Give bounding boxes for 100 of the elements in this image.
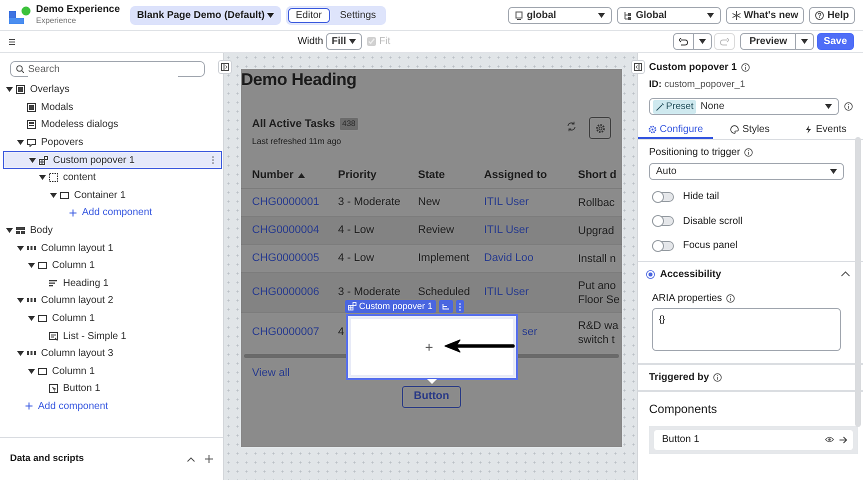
search-field[interactable]: Search — [10, 61, 205, 77]
hierarchy-button[interactable] — [438, 300, 453, 313]
tree-item[interactable]: Column layout 2 — [3, 292, 222, 310]
add-component-link[interactable]: Add component — [69, 205, 152, 220]
scrollbar[interactable] — [855, 137, 861, 427]
column-header[interactable]: Priority — [338, 166, 418, 184]
toggle-label: Focus panel — [683, 239, 738, 253]
toggle-switch[interactable] — [652, 192, 674, 202]
scope-select[interactable]: global — [508, 6, 612, 24]
positioning-select[interactable]: Auto — [649, 163, 844, 180]
page-select[interactable]: Blank Page Demo (Default) — [130, 6, 281, 24]
caret-icon — [801, 39, 808, 44]
caret-icon[interactable] — [6, 87, 13, 92]
hierarchy-icon — [442, 302, 450, 310]
settings-button[interactable] — [589, 117, 611, 139]
tree-item[interactable]: Popovers — [3, 134, 222, 152]
tree-item[interactable]: Modeless dialogs — [3, 116, 222, 134]
column-header[interactable]: Number — [241, 166, 338, 184]
component-icon — [39, 156, 48, 165]
column-header[interactable]: Assigned to — [484, 166, 578, 184]
app-title: Demo Experience — [36, 4, 120, 15]
caret-icon[interactable] — [39, 175, 46, 180]
list-title: All Active Tasks — [252, 116, 336, 132]
width-select[interactable]: Fill — [326, 33, 362, 50]
domain-select[interactable]: Global — [616, 6, 721, 24]
id-label: ID: — [649, 79, 662, 90]
whats-new-button[interactable]: What's new — [726, 6, 804, 24]
width-label: Width — [298, 35, 324, 49]
mode-tab[interactable]: Editor — [288, 8, 330, 22]
caret-icon[interactable] — [28, 368, 35, 374]
plus-icon[interactable] — [205, 455, 213, 463]
panel-icon — [221, 63, 229, 71]
info-icon — [744, 148, 754, 158]
tree-item[interactable]: Column layout 1 — [3, 239, 222, 257]
tree-item[interactable]: Column 1 — [3, 256, 222, 275]
preview-menu-button[interactable] — [796, 33, 814, 50]
component-label-tag[interactable]: Custom popover 1 — [345, 300, 436, 313]
tree-item[interactable]: Container 1 — [3, 186, 222, 204]
aria-field[interactable]: {} — [652, 308, 841, 351]
column-header[interactable]: Short d — [578, 168, 622, 182]
component-item[interactable]: Button 1 — [654, 430, 853, 450]
table-cell: Put ano Floor Se — [578, 280, 620, 306]
asterisk-icon — [732, 10, 741, 20]
help-button[interactable]: Help — [809, 6, 855, 24]
tree-item[interactable]: content — [3, 168, 222, 187]
chevron-up-icon[interactable] — [841, 271, 850, 278]
collapse-panel-button[interactable] — [631, 60, 645, 74]
preset-select[interactable]: Preset None — [649, 98, 839, 116]
tree-item[interactable]: Body — [3, 222, 222, 240]
table-cell: Install n — [578, 252, 616, 264]
caret-icon[interactable] — [17, 351, 24, 356]
undo-icon — [678, 38, 688, 46]
caret-icon[interactable] — [17, 246, 24, 251]
caret-icon[interactable] — [28, 316, 35, 322]
column-header[interactable]: State — [418, 166, 484, 184]
tree-item[interactable]: Heading 1 — [3, 274, 222, 292]
collapse-panel-button[interactable] — [218, 60, 232, 74]
tree-item[interactable]: Column 1 — [3, 362, 222, 380]
tree-item[interactable]: Column layout 3 — [3, 344, 222, 362]
tree-item[interactable]: Modals — [3, 98, 222, 116]
caret-icon — [825, 104, 832, 110]
redo-icon — [720, 38, 730, 46]
undo-button[interactable] — [672, 33, 694, 50]
panel-tab[interactable]: Configure — [638, 121, 713, 140]
caret-icon[interactable] — [17, 140, 24, 146]
app-subtitle: Experience — [36, 15, 78, 26]
eye-icon[interactable] — [825, 436, 834, 444]
panel-title: Custom popover 1 — [649, 61, 737, 75]
panel-tab[interactable]: Events — [787, 121, 863, 140]
menu-icon[interactable] — [9, 38, 15, 44]
arrow-right-icon[interactable] — [839, 436, 847, 444]
caret-icon[interactable] — [17, 298, 24, 304]
settings-icon — [594, 122, 606, 134]
add-component-link[interactable]: Add component — [25, 398, 108, 414]
tree-item[interactable]: Button 1 — [3, 380, 222, 398]
tree-item[interactable]: Custom popover 1 — [3, 151, 222, 169]
caret-icon[interactable] — [29, 158, 36, 163]
chevron-up-icon[interactable] — [187, 456, 195, 462]
count-badge: 438 — [340, 118, 358, 130]
toggle-switch[interactable] — [652, 216, 674, 226]
refresh-icon[interactable] — [566, 121, 577, 132]
tree-item[interactable]: List - Simple 1 — [3, 327, 222, 345]
caret-icon[interactable] — [28, 263, 35, 268]
logo-icon — [8, 6, 31, 24]
info-icon — [713, 372, 722, 382]
plus-icon — [69, 208, 77, 217]
accessibility-icon — [646, 270, 655, 279]
mode-tab[interactable]: Settings — [332, 8, 384, 22]
undo-menu-button[interactable] — [694, 33, 712, 50]
caret-icon[interactable] — [6, 228, 13, 234]
save-button[interactable]: Save — [816, 33, 854, 50]
tree-item[interactable]: Column 1 — [3, 310, 222, 328]
info-icon — [726, 294, 736, 303]
add-button[interactable]: + — [425, 340, 434, 354]
preview-button[interactable]: Preview — [740, 33, 796, 50]
layout-icon — [16, 226, 25, 236]
panel-tab[interactable]: Styles — [712, 121, 788, 140]
tree-item[interactable]: Overlays — [3, 81, 222, 99]
toggle-switch[interactable] — [652, 240, 674, 250]
caret-icon[interactable] — [50, 192, 57, 198]
